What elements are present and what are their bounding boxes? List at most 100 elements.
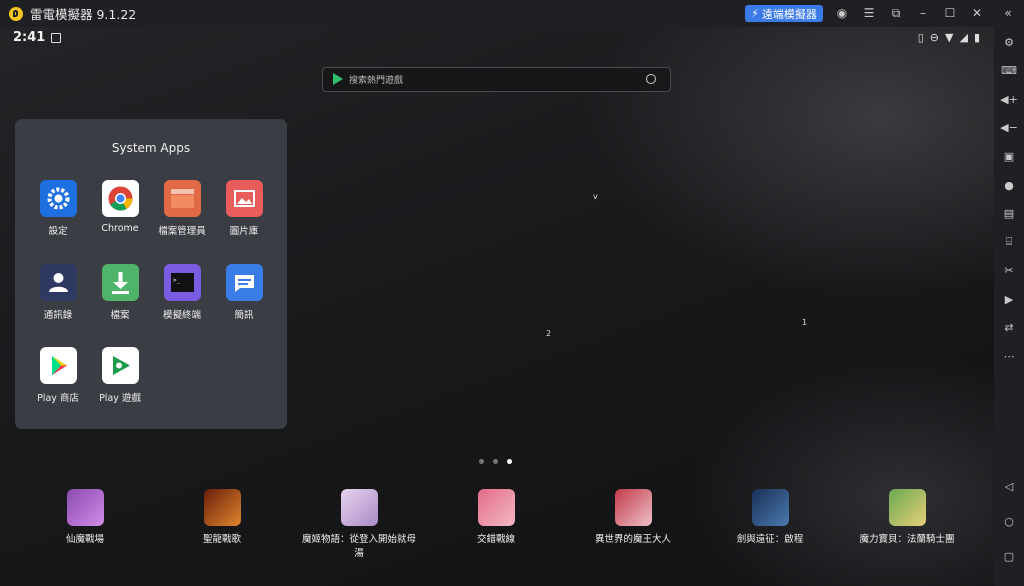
app-file-manager[interactable]: 檔案管理員 (151, 180, 213, 237)
messages-icon (225, 264, 263, 301)
marker-v: v (593, 192, 598, 201)
gallery-icon (225, 180, 263, 217)
keyboard-icon[interactable]: ⌨ (1001, 62, 1017, 78)
more-icon[interactable]: ⋯ (1001, 348, 1017, 364)
dock-app-label: 聖龍戰歌 (202, 534, 241, 545)
volume-up-icon[interactable]: ◀+ (1000, 91, 1018, 107)
app-label: 檔案 (110, 310, 130, 321)
dock-app-2[interactable]: 聖龍戰歌 (162, 489, 282, 547)
svg-text:>_: >_ (173, 277, 181, 284)
app-settings[interactable]: 設定 (27, 180, 89, 237)
recents-icon[interactable]: ▢ (1001, 548, 1017, 564)
apk-icon[interactable]: ▤ (1001, 205, 1017, 221)
app-title: 雷電模擬器 9.1.22 (30, 7, 137, 22)
play-store-icon (333, 73, 343, 85)
sync-icon[interactable]: ⇄ (1001, 319, 1017, 335)
app-label: Play 遊戲 (99, 393, 141, 404)
menu-icon[interactable]: ☰ (862, 6, 876, 20)
app-files[interactable]: 檔案 (89, 264, 151, 321)
maximize-icon[interactable]: ☐ (943, 6, 957, 20)
app-label: 簡訊 (234, 310, 254, 321)
volume-down-icon[interactable]: ◀− (1000, 119, 1018, 135)
dock-app-label: 魔力寶貝：法蘭騎士團 (859, 534, 955, 545)
app-label: 通訊錄 (43, 310, 73, 321)
dock-app-5[interactable]: 異世界的魔王大人 (573, 489, 693, 547)
dock-app-label: 仙魔戰場 (65, 534, 104, 545)
page-indicator (479, 459, 512, 464)
wifi-icon: ▼ (945, 31, 954, 44)
minimize-icon[interactable]: – (916, 6, 930, 20)
download-icon (101, 264, 139, 301)
dock-app-6[interactable]: 劍與遠征：啟程 (710, 489, 830, 547)
android-screen: 2:41 ▯ ⊖ ▼ ◢ ▮ 搜索熱門遊戲 System Apps 設定 Chr… (0, 27, 994, 586)
dock-app-label: 劍與遠征：啟程 (736, 534, 804, 545)
remote-emulator-button[interactable]: ⚡ 遠端模擬器 (745, 5, 823, 22)
battery-icon: ▮ (973, 31, 980, 44)
play-store-icon (39, 347, 77, 384)
notification-icon (51, 33, 61, 43)
dnd-icon: ⊖ (929, 31, 939, 44)
game-icon (66, 489, 104, 526)
app-label: 模擬終端 (162, 310, 201, 321)
app-messages[interactable]: 簡訊 (213, 264, 275, 321)
app-label: 設定 (48, 226, 68, 237)
scissors-icon[interactable]: ✂ (1001, 262, 1017, 278)
restore-icon[interactable]: ⧉ (889, 6, 903, 20)
game-icon (614, 489, 652, 526)
app-label: Play 商店 (37, 393, 79, 404)
dock-app-7[interactable]: 魔力寶貝：法蘭騎士團 (847, 489, 967, 547)
search-icon[interactable] (646, 74, 656, 84)
app-play-games[interactable]: Play 遊戲 (89, 347, 151, 404)
back-icon[interactable]: ◁ (1001, 478, 1017, 494)
system-apps-folder: System Apps 設定 Chrome 檔案管理員 圖片庫 通訊錄 檔案 >… (15, 119, 287, 429)
game-icon (340, 489, 378, 526)
status-icons: ▯ ⊖ ▼ ◢ ▮ (918, 31, 980, 44)
title-bar: 雷電模擬器 9.1.22 ⚡ 遠端模擬器 ◉ ☰ ⧉ – ☐ ✕ « (0, 0, 1024, 27)
file-manager-icon (163, 180, 201, 217)
marker-2: 2 (546, 329, 552, 338)
dock-app-4[interactable]: 交錯戰線 (436, 489, 556, 547)
folder-title: System Apps (111, 141, 191, 155)
home-icon[interactable]: ○ (1001, 513, 1017, 529)
status-bar: 2:41 ▯ ⊖ ▼ ◢ ▮ (0, 27, 994, 51)
status-time: 2:41 (13, 30, 46, 45)
screenshot-icon[interactable]: ▣ (1001, 148, 1017, 164)
page-dot-active[interactable] (507, 459, 512, 464)
location-icon[interactable]: ● (1001, 177, 1017, 193)
marker-1: 1 (802, 318, 808, 327)
lightning-icon: ⚡ (751, 7, 759, 20)
dock-app-label: 魔姬物語：從登入開始就母湯 (301, 534, 416, 559)
app-chrome[interactable]: Chrome (89, 180, 151, 234)
game-icon (203, 489, 241, 526)
record-icon[interactable]: ▶ (1001, 291, 1017, 307)
ldplayer-logo-icon (9, 6, 23, 21)
game-icon (477, 489, 515, 526)
signal-icon: ◢ (959, 31, 968, 44)
vibrate-icon: ▯ (917, 31, 924, 44)
collapse-icon[interactable]: « (1001, 6, 1015, 20)
app-terminal[interactable]: >_ 模擬終端 (151, 264, 213, 321)
app-label: 檔案管理員 (158, 226, 206, 237)
settings-icon (39, 180, 77, 217)
chrome-icon (101, 180, 139, 217)
page-dot[interactable] (493, 459, 498, 464)
search-placeholder: 搜索熱門遊戲 (349, 76, 404, 86)
close-icon[interactable]: ✕ (970, 6, 984, 20)
app-label: 圖片庫 (229, 226, 259, 237)
search-bar[interactable]: 搜索熱門遊戲 (322, 67, 671, 92)
dock-app-1[interactable]: 仙魔戰場 (25, 489, 145, 547)
game-icon (751, 489, 789, 526)
app-contacts[interactable]: 通訊錄 (27, 264, 89, 321)
dock-app-3[interactable]: 魔姬物語：從登入開始就母湯 (299, 489, 419, 561)
dock-app-label: 交錯戰線 (476, 534, 515, 545)
dock-app-label: 異世界的魔王大人 (594, 534, 671, 545)
remote-emulator-label: 遠端模擬器 (761, 7, 817, 21)
macro-icon[interactable]: ⌸ (1001, 234, 1017, 250)
game-icon (888, 489, 926, 526)
account-icon[interactable]: ◉ (835, 6, 849, 20)
app-gallery[interactable]: 圖片庫 (213, 180, 275, 237)
play-games-icon (101, 347, 139, 384)
app-play-store[interactable]: Play 商店 (27, 347, 89, 404)
page-dot[interactable] (479, 459, 484, 464)
settings-icon[interactable]: ⚙ (1001, 34, 1017, 50)
